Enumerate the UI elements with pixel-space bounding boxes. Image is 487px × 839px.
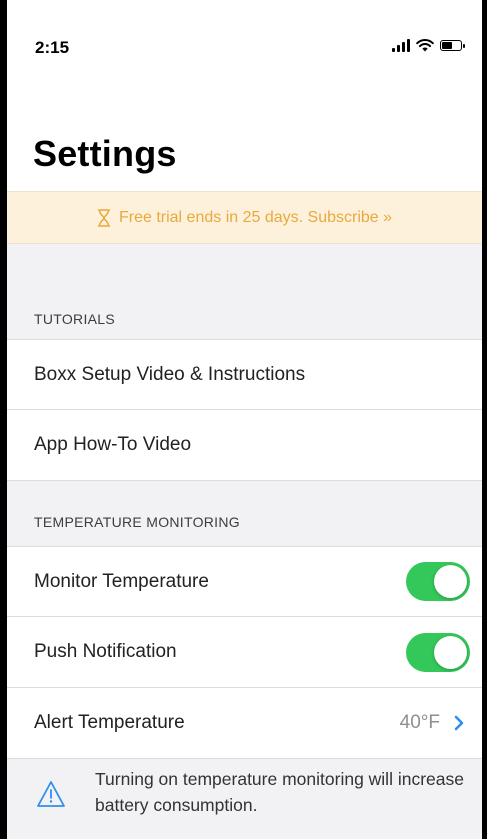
status-icons [392,38,465,52]
page-title: Settings [33,133,177,174]
push-notification-row: Push Notification [7,617,482,688]
battery-warning: Turning on temperature monitoring will i… [7,760,482,839]
trial-banner-text: Free trial ends in 25 days. Subscribe » [118,208,393,226]
section-header-temperature: TEMPERATURE MONITORING [34,514,240,530]
toggle-knob [434,565,467,598]
tutorial-item-label: App How-To Video [34,434,192,455]
tutorial-item-setup-video[interactable]: Boxx Setup Video & Instructions [7,339,482,410]
settings-screen: 2:15 Settings Free trial ends in 25 days… [7,0,482,839]
tutorial-item-how-to-video[interactable]: App How-To Video [7,410,482,481]
alert-temperature-row[interactable]: Alert Temperature 40°F [7,688,482,759]
tutorial-item-label: Boxx Setup Video & Instructions [34,363,306,385]
cellular-signal-icon [392,38,410,52]
chevron-right-icon [454,715,464,731]
warning-text: Turning on temperature monitoring will i… [95,769,464,815]
monitor-temperature-label: Monitor Temperature [34,570,209,592]
wifi-icon [416,39,434,52]
toggle-knob [434,635,467,669]
section-header-tutorials: TUTORIALS [34,311,116,327]
push-notification-label: Push Notification [34,641,177,662]
warning-icon [37,781,65,807]
alert-temperature-value: 40°F [399,712,440,733]
hourglass-icon [97,208,111,227]
battery-icon [440,39,465,51]
monitor-temperature-row: Monitor Temperature [7,546,482,617]
monitor-temperature-toggle[interactable] [406,562,470,601]
status-bar: 2:15 [7,0,482,95]
trial-banner[interactable]: Free trial ends in 25 days. Subscribe » [7,191,482,244]
status-time: 2:15 [35,38,70,57]
push-notification-toggle[interactable] [406,632,470,672]
alert-temperature-label: Alert Temperature [34,712,185,733]
